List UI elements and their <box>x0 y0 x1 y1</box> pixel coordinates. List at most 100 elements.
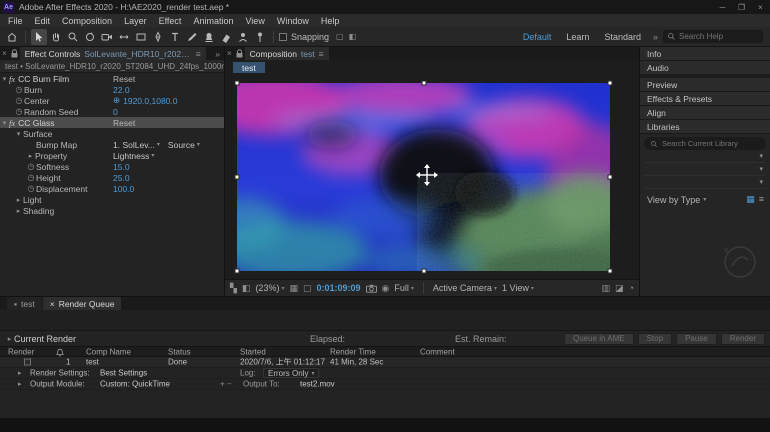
clone-stamp-tool-icon[interactable] <box>201 29 217 45</box>
panel-header-preview[interactable]: Preview <box>640 78 770 92</box>
panel-header-libraries[interactable]: Libraries <box>640 120 770 134</box>
column-comp-name[interactable]: Comp Name <box>86 347 131 356</box>
composition-viewer[interactable]: test <box>225 60 639 279</box>
roto-brush-tool-icon[interactable] <box>235 29 251 45</box>
selection-handle[interactable] <box>421 81 426 86</box>
snap-edges-icon[interactable]: ▢ <box>334 32 346 41</box>
stopwatch-icon[interactable]: ◷ <box>14 85 24 94</box>
type-tool-icon[interactable] <box>167 29 183 45</box>
hand-tool-icon[interactable] <box>48 29 64 45</box>
selection-handle[interactable] <box>608 175 613 180</box>
bump-map-source-dropdown[interactable]: Source▾ <box>168 140 200 150</box>
twirl-icon[interactable]: ▸ <box>14 196 23 204</box>
group-row-shading[interactable]: ▸ Shading <box>0 205 224 216</box>
output-module-add-remove[interactable]: + − <box>220 380 232 389</box>
panel-header-align[interactable]: Align <box>640 106 770 120</box>
tab-effect-controls[interactable]: Effect Controls SolLevante_HDR10_r2020_S… <box>20 47 206 60</box>
stopwatch-icon[interactable]: ◷ <box>14 107 24 116</box>
render-settings-value[interactable]: Best Settings <box>100 369 147 378</box>
workspace-learn[interactable]: Learn <box>559 32 596 42</box>
panel-header-effects-presets[interactable]: Effects & Presets <box>640 92 770 106</box>
property-value[interactable]: 1920.0,1080.0 <box>123 96 177 106</box>
tab-render-queue[interactable]: × Render Queue <box>43 297 122 310</box>
shape-tool-icon[interactable] <box>133 29 149 45</box>
property-value[interactable]: 25.0 <box>113 173 130 183</box>
preview-quality-icon[interactable]: ◧ <box>242 283 251 294</box>
panel-header-info[interactable]: Info <box>640 47 770 61</box>
home-icon[interactable] <box>4 29 20 45</box>
snapping-checkbox[interactable] <box>279 33 287 41</box>
selection-handle[interactable] <box>235 269 240 274</box>
stop-button[interactable]: Stop <box>638 333 672 345</box>
pause-button[interactable]: Pause <box>676 333 717 345</box>
library-category-row[interactable]: ▾ <box>644 176 766 189</box>
log-dropdown[interactable]: Errors Only ▾ <box>263 368 319 378</box>
eraser-tool-icon[interactable] <box>218 29 234 45</box>
render-button[interactable]: Render <box>721 333 765 345</box>
show-snapshot-icon[interactable]: ◉ <box>382 283 390 294</box>
mask-visibility-icon[interactable]: ▢ <box>303 283 312 294</box>
panel-menu-icon[interactable]: ≡ <box>319 49 324 59</box>
grid-view-icon[interactable]: ▦ <box>746 194 755 205</box>
libraries-search-input[interactable] <box>662 139 760 148</box>
search-help-input[interactable] <box>679 32 759 41</box>
tab-composition[interactable]: Composition test ≡ <box>245 47 329 60</box>
menu-view[interactable]: View <box>239 16 270 26</box>
menu-layer[interactable]: Layer <box>118 16 153 26</box>
effect-header-cc-glass[interactable]: ▾ fx CC Glass Reset <box>0 117 224 128</box>
pen-tool-icon[interactable] <box>150 29 166 45</box>
menu-file[interactable]: File <box>2 16 29 26</box>
camera-tool-icon[interactable] <box>99 29 115 45</box>
bump-map-layer-dropdown[interactable]: 1. SolLev...▾ <box>113 140 160 150</box>
menu-help[interactable]: Help <box>315 16 346 26</box>
stopwatch-icon[interactable]: ◷ <box>26 162 36 171</box>
current-time-display[interactable]: 0:01:09:09 <box>317 283 361 293</box>
close-icon[interactable]: × <box>50 299 55 309</box>
property-value[interactable]: 15.0 <box>113 162 130 172</box>
column-comment[interactable]: Comment <box>420 347 455 356</box>
column-started[interactable]: Started <box>240 347 266 356</box>
property-value[interactable]: 22.0 <box>113 85 130 95</box>
workspace-standard[interactable]: Standard <box>597 32 648 42</box>
libraries-search-box[interactable] <box>644 137 766 150</box>
property-dropdown[interactable]: Lightness▾ <box>113 151 154 161</box>
close-button[interactable]: × <box>751 0 770 14</box>
stopwatch-icon[interactable]: ◷ <box>26 173 36 182</box>
list-view-icon[interactable]: ≡ <box>759 194 764 205</box>
brush-tool-icon[interactable] <box>184 29 200 45</box>
menu-animation[interactable]: Animation <box>187 16 239 26</box>
panel-lock-icon[interactable] <box>9 49 20 58</box>
property-value[interactable]: 0 <box>113 107 118 117</box>
panel-close-icon[interactable]: × <box>0 49 9 58</box>
point-icon[interactable]: ⊕ <box>113 95 120 106</box>
view-by-type-dropdown[interactable]: View by Type <box>647 195 700 205</box>
selection-handle[interactable] <box>608 269 613 274</box>
effect-header-cc-burn-film[interactable]: ▾ fx CC Burn Film Reset <box>0 73 224 84</box>
exposure-icon[interactable]: ◔ <box>629 283 634 293</box>
panel-menu-icon[interactable]: ≡ <box>196 49 201 59</box>
reset-link[interactable]: Reset <box>113 74 135 84</box>
selection-handle[interactable] <box>608 81 613 86</box>
menu-effect[interactable]: Effect <box>153 16 188 26</box>
composition-canvas[interactable] <box>237 83 610 271</box>
resolution-dropdown[interactable]: Full▾ <box>394 283 414 293</box>
panel-lock-icon[interactable] <box>234 49 245 58</box>
output-module-value[interactable]: Custom: QuickTime <box>100 380 170 389</box>
twirl-icon[interactable]: ▸ <box>26 152 35 160</box>
column-render[interactable]: Render <box>8 347 34 356</box>
menu-composition[interactable]: Composition <box>56 16 118 26</box>
selection-handle[interactable] <box>235 81 240 86</box>
twirl-icon[interactable]: ▸ <box>5 335 14 343</box>
anchor-point-widget[interactable] <box>416 164 438 186</box>
twirl-icon[interactable]: ▾ <box>0 75 9 83</box>
snap-features-icon[interactable]: ◧ <box>347 32 359 41</box>
active-camera-dropdown[interactable]: Active Camera▾ <box>433 283 497 293</box>
maximize-button[interactable]: ❐ <box>732 0 751 14</box>
search-help-box[interactable] <box>663 30 763 43</box>
property-value[interactable]: 100.0 <box>113 184 134 194</box>
zoom-tool-icon[interactable] <box>65 29 81 45</box>
render-queue-item-row[interactable]: 1 test Done 2020/7/6, 上午 01:12:17 41 Min… <box>0 357 770 368</box>
output-to-value[interactable]: test2.mov <box>300 380 335 389</box>
menu-edit[interactable]: Edit <box>29 16 57 26</box>
magnification-dropdown[interactable]: (23%)▾ <box>255 283 284 293</box>
